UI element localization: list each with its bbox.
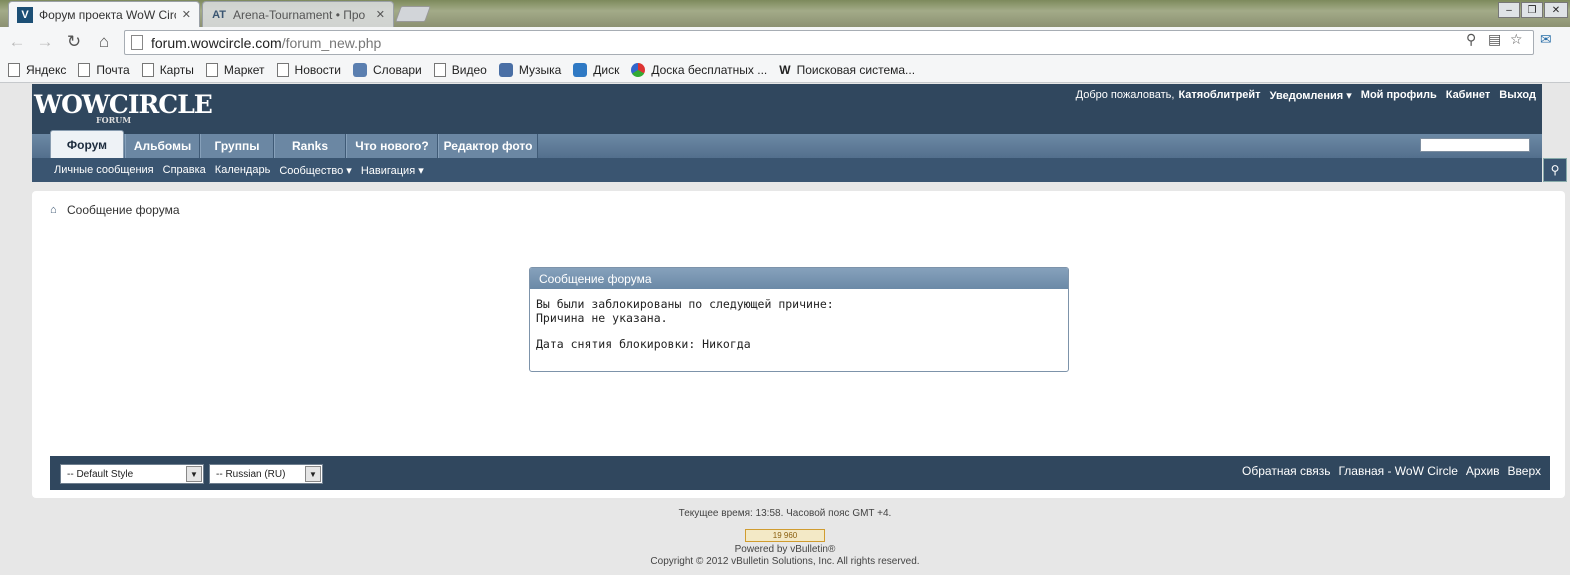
tab-whats-new[interactable]: Что нового? (346, 134, 438, 158)
message-line: Вы были заблокированы по следующей причи… (536, 297, 834, 311)
archive-link[interactable]: Архив (1466, 464, 1500, 478)
bookmark-item[interactable]: Словари (352, 63, 422, 77)
browser-tab-strip: V Форум проекта WoW Circ ✕ AT Arena-Tour… (0, 0, 1570, 27)
page-action-icon[interactable]: ▤ (1488, 31, 1501, 48)
page-bottom-info: Текущее время: 13:58. Часовой пояс GMT +… (0, 508, 1570, 568)
my-profile-link[interactable]: Мой профиль (1361, 89, 1437, 102)
message-title: Сообщение форума (530, 268, 1068, 289)
site-favicon-icon: AT (212, 8, 226, 21)
site-favicon-icon: V (17, 6, 33, 23)
bookmark-item[interactable]: Диск (573, 63, 619, 77)
reload-icon[interactable]: ↻ (63, 31, 85, 53)
music-icon (498, 63, 513, 77)
current-time-text: Текущее время: 13:58. Часовой пояс GMT +… (678, 508, 892, 519)
copyright-text: Copyright © 2012 vBulletin Solutions, In… (650, 556, 920, 567)
chevron-down-icon: ▼ (305, 466, 321, 482)
forum-navtabs: Форум Альбомы Группы Ranks Что нового? Р… (32, 130, 1542, 158)
browser-tab-active[interactable]: V Форум проекта WoW Circ ✕ (8, 1, 200, 27)
tab-ranks[interactable]: Ranks (274, 134, 346, 158)
tab-albums[interactable]: Альбомы (125, 134, 200, 158)
url-path: /forum_new.php (281, 34, 382, 51)
chevron-down-icon: ▼ (186, 466, 202, 482)
disk-icon (573, 63, 588, 77)
subnav-private-messages[interactable]: Личные сообщения (54, 164, 154, 176)
page-icon (433, 63, 446, 77)
message-line: Дата снятия блокировки: Никогда (536, 337, 751, 351)
bookmark-item[interactable]: W Поисковая система... (779, 63, 915, 77)
bookmark-item[interactable]: Видео (433, 63, 487, 77)
bookmark-item[interactable]: Карты (141, 63, 194, 77)
forum-header: WOWCIRCLE FORUM Добро пожаловать, Катяоб… (32, 84, 1542, 134)
minimize-window-icon[interactable]: – (1498, 2, 1520, 18)
tab-title: Arena-Tournament • Про (233, 7, 366, 22)
browser-tab-inactive[interactable]: AT Arena-Tournament • Про ✕ (202, 1, 394, 27)
close-tab-icon[interactable]: ✕ (182, 8, 191, 21)
close-window-icon[interactable]: ✕ (1544, 2, 1568, 18)
page-icon (78, 63, 91, 77)
bookmark-item[interactable]: Новости (276, 63, 341, 77)
home-icon[interactable]: ⌂ (50, 205, 60, 216)
page-icon (205, 63, 218, 77)
url-host: forum.wowcircle.com (151, 34, 282, 51)
page-icon (8, 63, 20, 77)
bookmark-item[interactable]: Почта (78, 63, 130, 77)
w-letter-icon: W (779, 63, 791, 77)
restore-window-icon[interactable]: ❐ (1521, 2, 1543, 18)
bookmark-item[interactable]: Яндекс (8, 63, 66, 77)
bookmark-item[interactable]: Доска бесплатных ... (631, 63, 767, 77)
message-body: Вы были заблокированы по следующей причи… (530, 289, 1068, 359)
powered-by-text: Powered by vBulletin® (734, 544, 836, 555)
tab-groups[interactable]: Группы (200, 134, 274, 158)
username-link[interactable]: Катяоблитрейт (1178, 89, 1260, 102)
bookmark-item[interactable]: Маркет (205, 63, 265, 77)
subnav-community[interactable]: Сообщество ▾ (279, 164, 351, 177)
logout-link[interactable]: Выход (1499, 89, 1536, 102)
board-icon (631, 63, 646, 77)
bookmarks-bar: Яндекс Почта Карты Маркет Новости Словар… (0, 58, 1570, 83)
dictionary-icon (352, 63, 367, 77)
footer-links: Обратная связь Главная - WoW Circle Архи… (1234, 464, 1541, 478)
notifications-link[interactable]: Уведомления ▾ (1270, 89, 1352, 102)
back-arrow-icon[interactable]: ← (6, 31, 28, 53)
cabinet-link[interactable]: Кабинет (1446, 89, 1491, 102)
main-content: ⌂ Сообщение форума Сообщение форума Вы б… (32, 191, 1565, 498)
page-icon (276, 63, 289, 77)
home-icon[interactable]: ⌂ (93, 31, 115, 53)
bookmark-item[interactable]: Музыка (498, 63, 561, 77)
tab-title: Форум проекта WoW Circ (39, 7, 176, 22)
top-link[interactable]: Вверх (1508, 464, 1541, 478)
subnav-navigation[interactable]: Навигация ▾ (361, 164, 424, 177)
message-line: Причина не указана. (536, 311, 668, 325)
tab-photo-editor[interactable]: Редактор фото (438, 134, 538, 158)
forum-message-box: Сообщение форума Вы были заблокированы п… (529, 267, 1069, 372)
language-select[interactable]: -- Russian (RU) ▼ (209, 464, 323, 484)
search-icon[interactable]: ⚲ (1543, 158, 1567, 182)
forum-search-input[interactable] (1420, 138, 1530, 152)
address-bar[interactable]: forum.wowcircle.com/forum_new.php (124, 30, 1534, 55)
page-icon (131, 35, 143, 50)
visit-counter-badge[interactable]: 19 960 (745, 529, 825, 542)
new-tab-button[interactable] (395, 6, 431, 22)
style-select[interactable]: -- Default Style ▼ (60, 464, 204, 484)
breadcrumb-current: Сообщение форума (67, 203, 180, 217)
forum-footer-bar: -- Default Style ▼ -- Russian (RU) ▼ Обр… (50, 456, 1550, 490)
site-logo-subtitle: FORUM (96, 115, 132, 125)
zoom-search-icon[interactable]: ⚲ (1466, 31, 1476, 48)
welcome-text: Добро пожаловать, (1075, 89, 1175, 101)
subnav-help[interactable]: Справка (163, 164, 206, 176)
user-links: Добро пожаловать, Катяоблитрейт Уведомле… (1067, 89, 1536, 102)
forward-arrow-icon[interactable]: → (34, 31, 56, 53)
feedback-link[interactable]: Обратная связь (1242, 464, 1330, 478)
tab-forum[interactable]: Форум (50, 130, 124, 158)
extension-icon[interactable]: ✉ (1540, 31, 1552, 48)
browser-toolbar: ← → ↻ ⌂ forum.wowcircle.com/forum_new.ph… (0, 27, 1570, 58)
page-icon (141, 63, 154, 77)
subnav-calendar[interactable]: Календарь (215, 164, 271, 176)
close-tab-icon[interactable]: ✕ (376, 8, 385, 21)
breadcrumb: ⌂ Сообщение форума (50, 203, 180, 217)
bookmark-star-icon[interactable]: ☆ (1510, 31, 1523, 48)
home-link[interactable]: Главная - WoW Circle (1338, 464, 1457, 478)
forum-subnav: Личные сообщения Справка Календарь Сообщ… (32, 158, 1542, 182)
